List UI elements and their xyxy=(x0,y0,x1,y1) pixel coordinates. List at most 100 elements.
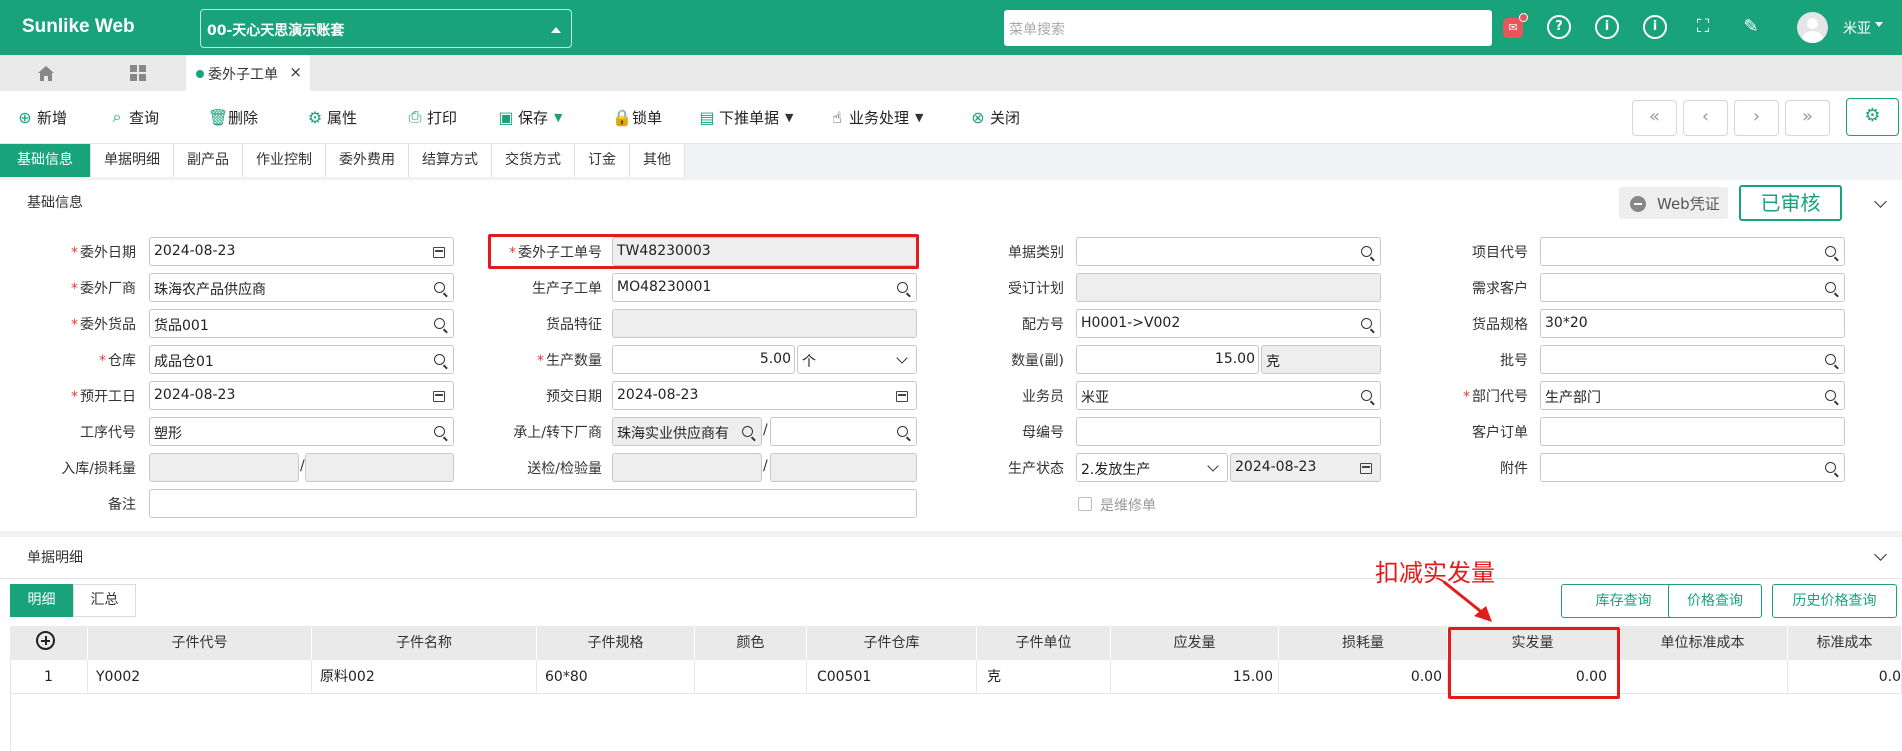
planned-start-field[interactable]: 2024-08-23 xyxy=(149,381,454,410)
search-icon[interactable] xyxy=(1825,462,1836,473)
search-icon[interactable] xyxy=(1825,354,1836,365)
tab-delivery[interactable]: 交货方式 xyxy=(492,144,575,177)
calendar-icon[interactable] xyxy=(433,391,445,402)
clear-cache-icon[interactable]: ✎ xyxy=(1739,15,1763,39)
table-cell[interactable]: 60*80 xyxy=(537,660,695,694)
account-selector[interactable]: 00-天心天思演示账套 xyxy=(200,9,572,48)
col-header[interactable]: 颜色 xyxy=(695,626,807,660)
table-cell[interactable]: 0.0 xyxy=(1788,660,1902,694)
order-date-field[interactable]: 2024-08-23 xyxy=(149,237,454,266)
attachment-field[interactable] xyxy=(1540,453,1845,482)
table-cell[interactable] xyxy=(1618,660,1788,694)
close-tab-icon[interactable]: × xyxy=(289,63,302,81)
tab-by-products[interactable]: 副产品 xyxy=(174,144,243,177)
status-date-field[interactable]: 2024-08-23 xyxy=(1230,453,1381,482)
search-icon[interactable] xyxy=(1361,318,1372,329)
col-header[interactable]: 子件仓库 xyxy=(807,626,977,660)
print-button[interactable]: ⎙ 打印 xyxy=(407,105,457,129)
fullscreen-icon[interactable]: ⛶ xyxy=(1691,15,1715,39)
search-icon[interactable] xyxy=(1361,246,1372,257)
search-icon[interactable] xyxy=(1825,282,1836,293)
col-header[interactable]: 应发量 xyxy=(1111,626,1279,660)
push-down-button[interactable]: ▤ 下推单据 ▼ xyxy=(699,105,793,129)
transfer-to-vendor-field[interactable] xyxy=(770,417,917,446)
search-icon[interactable] xyxy=(434,426,445,437)
search-icon[interactable] xyxy=(742,426,753,437)
chevron-down-icon[interactable]: ▼ xyxy=(785,111,793,124)
query-button[interactable]: ⌕ 查询 xyxy=(109,105,160,129)
production-status-select[interactable]: 2.发放生产 xyxy=(1076,453,1228,482)
search-icon[interactable] xyxy=(434,318,445,329)
production-unit-select[interactable]: 个 xyxy=(797,345,917,374)
remark-field[interactable] xyxy=(149,489,917,518)
transfer-from-vendor-field[interactable]: 珠海实业供应商有 xyxy=(612,417,762,446)
project-code-field[interactable] xyxy=(1540,237,1845,266)
search-icon[interactable] xyxy=(1361,390,1372,401)
search-icon[interactable] xyxy=(897,282,908,293)
calendar-icon[interactable] xyxy=(433,247,445,258)
search-icon[interactable] xyxy=(434,282,445,293)
col-header[interactable]: 损耗量 xyxy=(1279,626,1448,660)
col-header[interactable]: 单位标准成本 xyxy=(1618,626,1788,660)
salesperson-field[interactable]: 米亚 xyxy=(1076,381,1381,410)
about-icon[interactable]: i xyxy=(1643,15,1667,39)
calendar-icon[interactable] xyxy=(896,391,908,402)
col-header[interactable]: 标准成本 xyxy=(1788,626,1902,660)
tab-basic-info[interactable]: 基础信息 xyxy=(0,144,91,177)
subtab-summary[interactable]: 汇总 xyxy=(73,584,136,617)
info-icon[interactable]: i xyxy=(1595,15,1619,39)
add-button[interactable]: ⊕ 新增 xyxy=(17,105,67,129)
table-cell[interactable] xyxy=(695,660,807,694)
web-voucher-button[interactable]: Web凭证 xyxy=(1619,187,1728,219)
aux-qty-field[interactable]: 15.00 xyxy=(1076,345,1259,374)
process-code-field[interactable]: 塑形 xyxy=(149,417,454,446)
business-process-button[interactable]: ☝ 业务处理 ▼ xyxy=(829,105,923,129)
delete-button[interactable]: 🗑 删除 xyxy=(208,105,258,129)
subtab-detail[interactable]: 明细 xyxy=(10,584,73,617)
table-cell[interactable]: C00501 xyxy=(807,660,977,694)
col-header[interactable]: 子件名称 xyxy=(312,626,537,660)
search-icon[interactable] xyxy=(1825,246,1836,257)
user-name[interactable]: 米亚 xyxy=(1843,18,1871,38)
table-cell[interactable]: 克 xyxy=(977,660,1111,694)
menu-search-input[interactable]: 菜单搜索 xyxy=(1004,10,1492,46)
tab-operation-control[interactable]: 作业控制 xyxy=(243,144,326,177)
tab-deposit[interactable]: 订金 xyxy=(575,144,630,177)
col-header[interactable]: 子件代号 xyxy=(88,626,312,660)
page-tab[interactable]: 委外子工单 × xyxy=(186,55,310,91)
properties-button[interactable]: ⚙ 属性 xyxy=(307,105,357,129)
apps-button[interactable] xyxy=(92,55,184,91)
doc-category-field[interactable] xyxy=(1076,237,1381,266)
chevron-down-icon[interactable]: ▼ xyxy=(915,111,923,124)
batch-no-field[interactable] xyxy=(1540,345,1845,374)
price-query-button[interactable]: 价格查询 xyxy=(1668,584,1762,618)
history-price-query-button[interactable]: 历史价格查询 xyxy=(1772,584,1897,618)
prev-record-button[interactable]: ‹ xyxy=(1683,100,1728,136)
table-cell[interactable]: Y0002 xyxy=(88,660,312,694)
tab-other[interactable]: 其他 xyxy=(630,144,685,177)
table-cell[interactable]: 15.00 xyxy=(1111,660,1279,694)
last-record-button[interactable]: » xyxy=(1785,100,1830,136)
calendar-icon[interactable] xyxy=(1360,463,1372,474)
parent-no-field[interactable] xyxy=(1076,417,1381,446)
table-cell[interactable]: 0.00 xyxy=(1279,660,1448,694)
table-cell[interactable]: 原料002 xyxy=(312,660,537,694)
customer-order-field[interactable] xyxy=(1540,417,1845,446)
search-icon[interactable] xyxy=(1825,390,1836,401)
settings-button[interactable]: ⚙ xyxy=(1846,98,1899,136)
product-spec-field[interactable]: 30*20 xyxy=(1540,309,1845,338)
product-field[interactable]: 货品001 xyxy=(149,309,454,338)
department-field[interactable]: 生产部门 xyxy=(1540,381,1845,410)
save-button[interactable]: ▣ 保存 ▼ xyxy=(498,105,562,129)
user-caret-icon[interactable] xyxy=(1875,22,1883,27)
production-order-field[interactable]: MO48230001 xyxy=(612,273,917,302)
next-record-button[interactable]: › xyxy=(1734,100,1779,136)
formula-no-field[interactable]: H0001->V002 xyxy=(1076,309,1381,338)
chevron-down-icon[interactable]: ▼ xyxy=(554,111,562,124)
notification-icon[interactable]: ✉ xyxy=(1503,13,1528,38)
add-row-icon[interactable] xyxy=(36,631,55,650)
tab-outsourcing-fee[interactable]: 委外费用 xyxy=(326,144,409,177)
lock-button[interactable]: 🔒 锁单 xyxy=(612,105,662,129)
col-header[interactable]: 子件规格 xyxy=(537,626,695,660)
help-icon[interactable]: ? xyxy=(1547,15,1571,39)
